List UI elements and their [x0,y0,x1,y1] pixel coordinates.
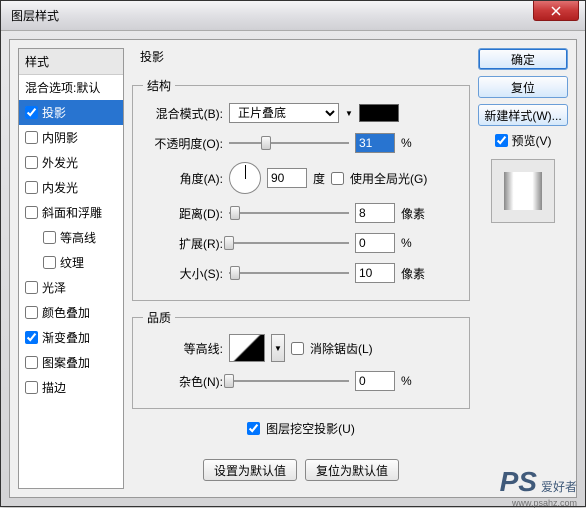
preview-label: 预览(V) [512,132,552,149]
right-column: 确定 复位 新建样式(W)... 预览(V) [478,48,568,489]
pixel-unit: 像素 [401,265,431,282]
angle-unit: 度 [313,170,325,187]
checkbox-satin[interactable] [25,281,38,294]
ok-button[interactable]: 确定 [478,48,568,70]
contour-dropdown[interactable]: ▼ [271,334,285,362]
spread-slider[interactable] [229,235,349,251]
reset-default-button[interactable]: 复位为默认值 [305,459,399,481]
percent-unit: % [401,236,431,250]
checkbox-inner-shadow[interactable] [25,131,38,144]
size-input[interactable] [355,263,395,283]
checkbox-pattern-overlay[interactable] [25,356,38,369]
sidebar-item-satin[interactable]: 光泽 [19,275,123,300]
spread-input[interactable] [355,233,395,253]
set-default-button[interactable]: 设置为默认值 [203,459,297,481]
preview-checkbox[interactable] [495,134,508,147]
angle-dial[interactable] [229,162,261,194]
panel-title: 投影 [140,48,470,65]
chevron-down-icon: ▼ [345,109,353,118]
opacity-label: 不透明度(O): [143,135,223,152]
size-slider[interactable] [229,265,349,281]
sidebar-item-contour[interactable]: 等高线 [19,225,123,250]
spread-label: 扩展(R): [143,235,223,252]
checkbox-texture[interactable] [43,256,56,269]
global-light-label: 使用全局光(G) [350,170,427,187]
checkbox-outer-glow[interactable] [25,156,38,169]
quality-group: 品质 等高线: ▼ 消除锯齿(L) 杂色(N): % [132,309,470,409]
preview-swatch [491,159,555,223]
anti-alias-checkbox[interactable] [291,342,304,355]
checkbox-color-overlay[interactable] [25,306,38,319]
size-label: 大小(S): [143,265,223,282]
sidebar-item-gradient-overlay[interactable]: 渐变叠加 [19,325,123,350]
sidebar-item-outer-glow[interactable]: 外发光 [19,150,123,175]
opacity-slider[interactable] [229,135,349,151]
noise-slider[interactable] [229,373,349,389]
structure-legend: 结构 [143,77,175,94]
angle-label: 角度(A): [143,170,223,187]
titlebar[interactable]: 图层样式 [1,1,585,31]
knockout-checkbox[interactable] [247,422,260,435]
sidebar-item-inner-shadow[interactable]: 内阴影 [19,125,123,150]
sidebar-blend-options[interactable]: 混合选项:默认 [19,75,123,100]
sidebar-item-texture[interactable]: 纹理 [19,250,123,275]
checkbox-drop-shadow[interactable] [25,106,38,119]
checkbox-gradient-overlay[interactable] [25,331,38,344]
structure-group: 结构 混合模式(B): 正片叠底 ▼ 不透明度(O): % 角度(A): [132,77,470,301]
new-style-button[interactable]: 新建样式(W)... [478,104,568,126]
distance-input[interactable] [355,203,395,223]
distance-slider[interactable] [229,205,349,221]
percent-unit: % [401,136,431,150]
checkbox-bevel[interactable] [25,206,38,219]
window-title: 图层样式 [11,7,59,24]
preview-inner [504,172,542,210]
content-area: 样式 混合选项:默认 投影 内阴影 外发光 内发光 斜面和浮雕 等高线 纹理 光… [9,39,577,498]
opacity-input[interactable] [355,133,395,153]
quality-legend: 品质 [143,309,175,326]
checkbox-inner-glow[interactable] [25,181,38,194]
percent-unit: % [401,374,431,388]
pixel-unit: 像素 [401,205,431,222]
sidebar-item-inner-glow[interactable]: 内发光 [19,175,123,200]
sidebar-item-color-overlay[interactable]: 颜色叠加 [19,300,123,325]
sidebar-item-pattern-overlay[interactable]: 图案叠加 [19,350,123,375]
checkbox-contour[interactable] [43,231,56,244]
checkbox-stroke[interactable] [25,381,38,394]
styles-sidebar: 样式 混合选项:默认 投影 内阴影 外发光 内发光 斜面和浮雕 等高线 纹理 光… [18,48,124,489]
contour-label: 等高线: [143,340,223,357]
sidebar-item-drop-shadow[interactable]: 投影 [19,100,123,125]
noise-input[interactable] [355,371,395,391]
shadow-color-swatch[interactable] [359,104,399,122]
close-icon [551,6,561,16]
noise-label: 杂色(N): [143,373,223,390]
cancel-button[interactable]: 复位 [478,76,568,98]
angle-input[interactable] [267,168,307,188]
sidebar-header: 样式 [19,49,123,75]
contour-picker[interactable] [229,334,265,362]
close-button[interactable] [533,1,579,21]
blend-mode-select[interactable]: 正片叠底 [229,103,339,123]
knockout-label: 图层挖空投影(U) [266,420,355,437]
layer-style-dialog: 图层样式 样式 混合选项:默认 投影 内阴影 外发光 内发光 斜面和浮雕 等高线… [0,0,586,507]
global-light-checkbox[interactable] [331,172,344,185]
anti-alias-label: 消除锯齿(L) [310,340,373,357]
sidebar-item-stroke[interactable]: 描边 [19,375,123,400]
blend-mode-label: 混合模式(B): [143,105,223,122]
distance-label: 距离(D): [143,205,223,222]
sidebar-item-bevel[interactable]: 斜面和浮雕 [19,200,123,225]
main-panel: 投影 结构 混合模式(B): 正片叠底 ▼ 不透明度(O): % 角度(A): [132,48,470,489]
